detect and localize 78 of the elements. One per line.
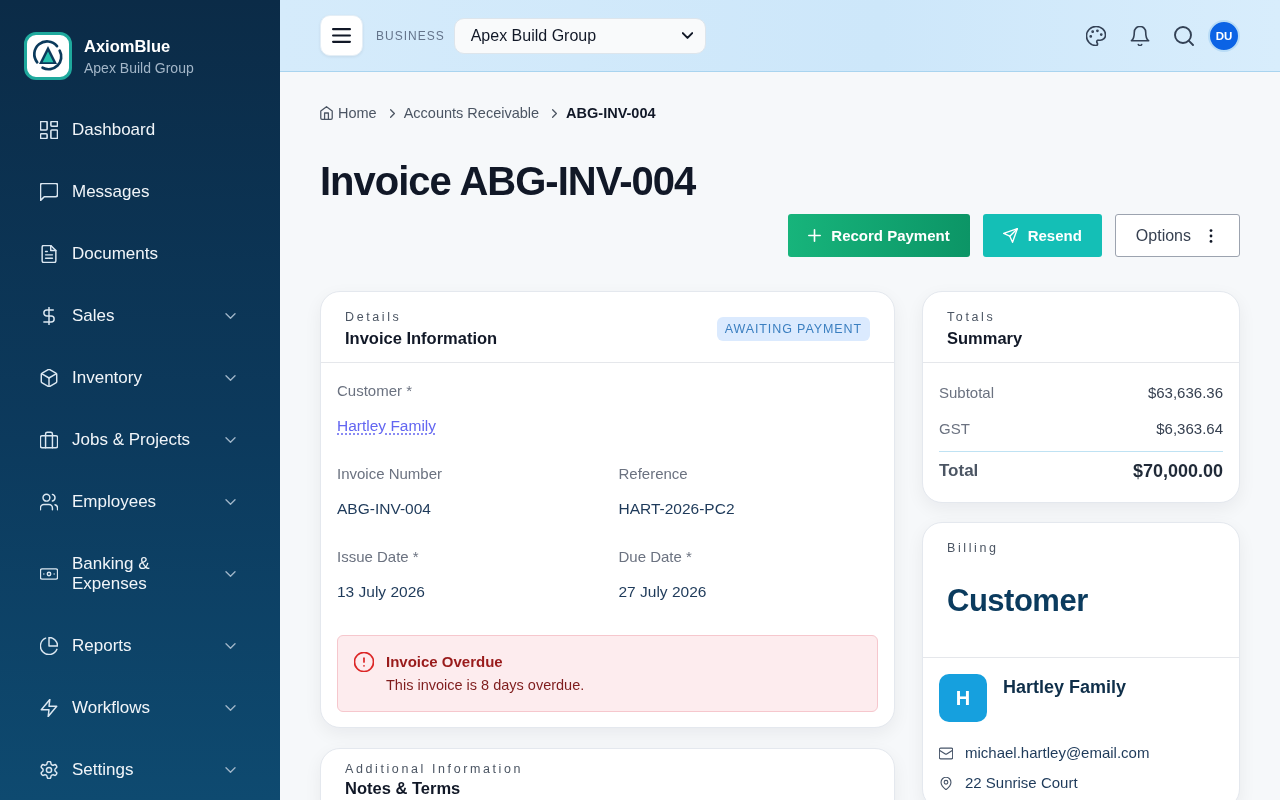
send-icon — [1002, 228, 1018, 243]
user-avatar[interactable]: DU — [1208, 19, 1240, 52]
map-pin-icon — [939, 776, 953, 790]
sidebar-nav-item[interactable]: Reports — [24, 615, 256, 677]
breadcrumb-link[interactable]: Home — [338, 104, 377, 122]
sidebar-nav-item[interactable]: Workflows — [24, 677, 256, 739]
lightning-icon — [40, 699, 58, 717]
sidebar-nav-item[interactable]: Settings — [24, 739, 256, 800]
page-title: Invoice ABG-INV-004 — [320, 158, 697, 205]
menu-icon — [332, 28, 351, 43]
brand-name: AxiomBlue — [84, 35, 172, 56]
business-label: BUSINESS — [376, 28, 445, 43]
card-title: Customer — [947, 583, 1088, 619]
palette-icon[interactable] — [1086, 25, 1106, 46]
alert-title: Invoice Overdue — [386, 652, 504, 672]
total-amount: $70,000.00 — [1132, 460, 1223, 483]
brand-subtitle: Apex Build Group — [84, 58, 194, 77]
chevron-down-icon — [681, 32, 693, 39]
notifications-bell-icon[interactable] — [1130, 25, 1150, 46]
card-eyebrow: Details — [345, 309, 403, 325]
sidebar-nav-item[interactable]: Messages — [24, 161, 256, 223]
dollar-icon — [40, 307, 58, 325]
sidebar-nav-item[interactable]: Sales — [24, 285, 256, 347]
customer-name: Hartley Family — [1003, 676, 1127, 699]
sidebar-nav-item[interactable]: Jobs & Projects — [24, 409, 256, 471]
logo-icon — [24, 32, 72, 80]
card-title: Invoice Information — [345, 328, 498, 349]
field-label: Invoice Number — [337, 464, 443, 484]
dashboard-grid-icon — [40, 121, 58, 139]
settings-icon — [40, 761, 58, 779]
card-eyebrow: Billing — [947, 540, 1000, 556]
breadcrumb-link[interactable]: Accounts Receivable — [403, 104, 540, 122]
business-select[interactable]: Apex Build Group — [453, 17, 706, 54]
sidebar-nav-item[interactable]: Employees — [24, 471, 256, 533]
field-value: ABG-INV-004 — [337, 499, 431, 519]
options-button[interactable]: Options — [1114, 214, 1240, 257]
sidebar-nav-item[interactable]: Banking & Expenses — [24, 533, 256, 615]
box-icon — [40, 369, 58, 387]
search-icon[interactable] — [1174, 25, 1194, 46]
more-vertical-icon — [1209, 228, 1213, 243]
field-label: Due Date * — [618, 547, 692, 567]
field-label: Customer * — [337, 381, 413, 401]
sidebar-nav-item[interactable]: Dashboard — [24, 99, 256, 161]
pie-chart-icon — [40, 637, 58, 655]
status-badge: AWAITING PAYMENT — [716, 317, 870, 341]
summary-label: Subtotal — [939, 383, 995, 403]
sidebar-nav-item[interactable]: Documents — [24, 223, 256, 285]
sidebar-nav-item[interactable]: Inventory — [24, 347, 256, 409]
plus-icon — [808, 229, 822, 242]
card-eyebrow: Additional Information — [345, 761, 525, 777]
alert-message: This invoice is 8 days overdue. — [386, 676, 585, 695]
mail-icon — [939, 746, 953, 760]
total-label: Total — [939, 460, 979, 482]
field-label: Issue Date * — [337, 547, 419, 567]
field-value: HART-2026-PC2 — [618, 499, 735, 519]
card-title: Summary — [947, 328, 1023, 349]
briefcase-icon — [40, 431, 58, 449]
field-value: 13 July 2026 — [337, 582, 425, 602]
home-icon — [320, 106, 333, 120]
customer-initial-avatar: H — [939, 674, 987, 722]
summary-amount: $63,636.36 — [1147, 383, 1223, 403]
field-label: Reference — [618, 464, 688, 484]
menu-button[interactable] — [320, 15, 363, 56]
breadcrumb-current[interactable]: ABG-INV-004 — [566, 104, 656, 122]
chevron-right-icon — [389, 108, 395, 118]
customer-address: 22 Sunrise Court — [965, 774, 1078, 792]
banknote-icon — [40, 565, 58, 583]
chat-bubble-icon — [40, 183, 58, 201]
card-title: Notes & Terms — [345, 778, 462, 798]
summary-label: GST — [939, 419, 970, 439]
document-icon — [40, 245, 58, 263]
chevron-right-icon — [552, 108, 558, 118]
people-icon — [40, 493, 58, 511]
field-value: 27 July 2026 — [618, 582, 707, 602]
customer-email: michael.hartley@email.com — [965, 744, 1150, 762]
summary-amount: $6,363.64 — [1156, 419, 1223, 439]
customer-link[interactable]: Hartley Family — [337, 415, 437, 437]
card-eyebrow: Totals — [947, 309, 997, 325]
